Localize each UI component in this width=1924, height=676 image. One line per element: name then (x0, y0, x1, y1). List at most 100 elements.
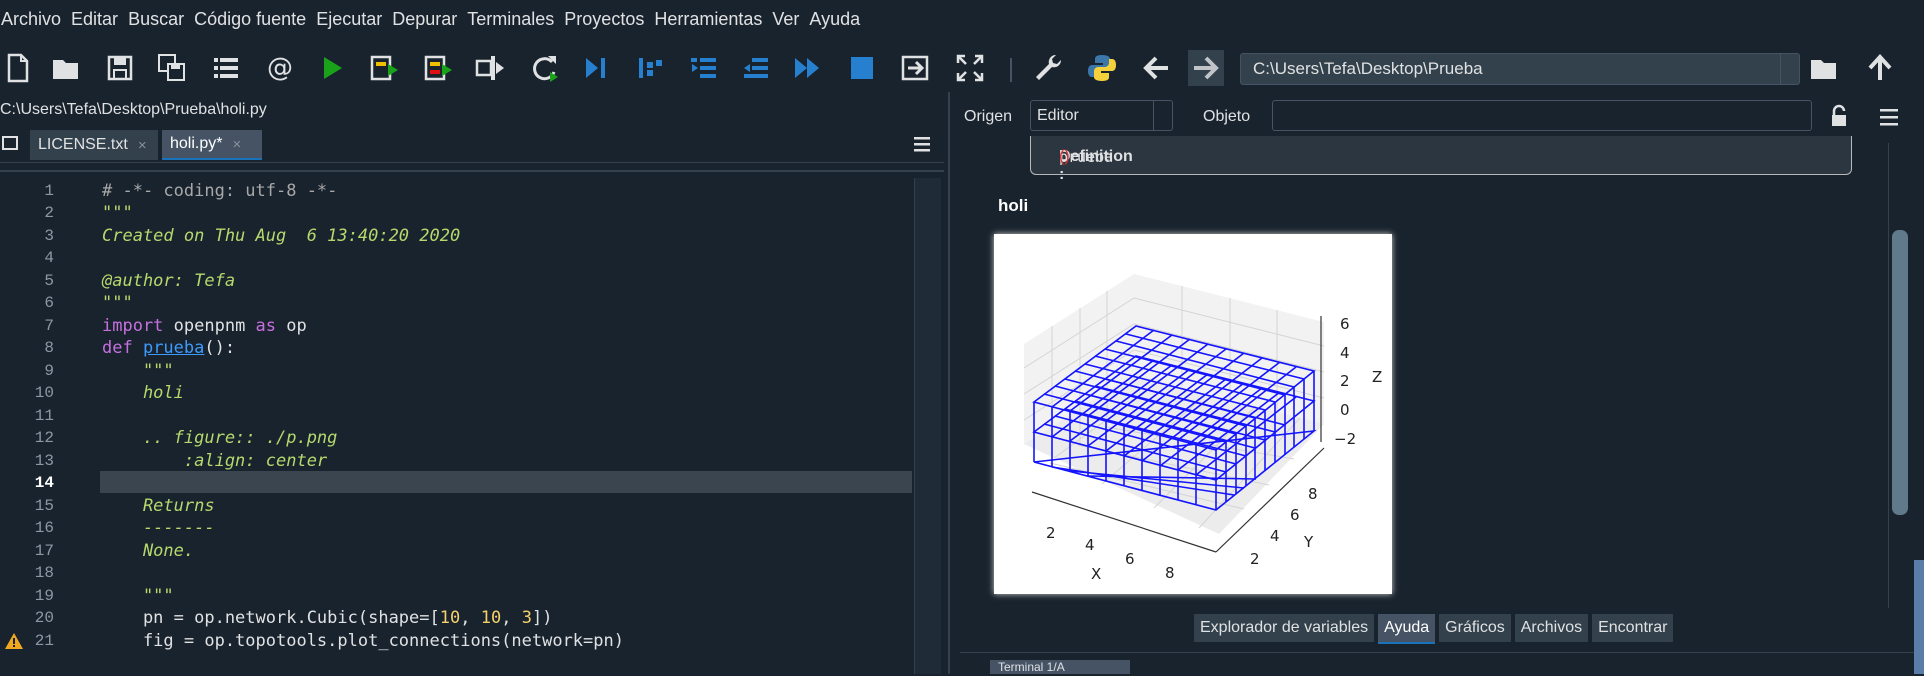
docstring-figure: 6 4 2 0 −2 Z 2 4 6 8 X 2 4 6 8 Y (994, 234, 1392, 594)
line-number: 10 (34, 384, 54, 402)
chevron-down-icon[interactable] (1780, 54, 1799, 84)
z-tick-label: −2 (1334, 430, 1356, 448)
menu-terminales[interactable]: Terminales (466, 9, 560, 30)
help-options-menu-icon[interactable] (1878, 106, 1900, 128)
at-icon[interactable]: @ (262, 50, 298, 86)
tab-files[interactable]: Archivos (1514, 614, 1589, 642)
menu-archivo[interactable]: Archivo (0, 9, 67, 30)
code-line: """ (102, 586, 174, 606)
line-number: 1 (44, 182, 54, 200)
y-tick-label: 6 (1290, 506, 1300, 524)
origin-combo[interactable]: Editor (1030, 100, 1173, 131)
tab-label: holi.py* (170, 135, 223, 152)
keyword: import (102, 316, 164, 336)
x-axis-label: X (1091, 565, 1101, 583)
step-return-icon[interactable] (738, 50, 774, 86)
step-into-icon[interactable] (686, 50, 722, 86)
stop-icon[interactable] (844, 50, 880, 86)
browse-tabs-icon[interactable] (2, 136, 18, 150)
close-icon[interactable]: × (138, 137, 147, 154)
tab-license[interactable]: LICENSE.txt × (30, 130, 158, 160)
z-tick-label: 6 (1340, 315, 1350, 333)
menu-codigo-fuente[interactable]: Código fuente (193, 9, 312, 30)
open-folder-icon[interactable] (48, 50, 84, 86)
run-cell-advance-icon[interactable] (420, 50, 456, 86)
outline-icon[interactable] (208, 50, 244, 86)
editor-scrollbar[interactable] (914, 178, 941, 674)
line-number: 18 (34, 564, 54, 582)
x-tick-label: 4 (1085, 536, 1095, 554)
working-directory-combo[interactable]: C:\Users\Tefa\Desktop\Prueba (1240, 53, 1800, 85)
parent-dir-icon[interactable] (1862, 50, 1898, 86)
menu-editar[interactable]: Editar (70, 9, 124, 30)
menu-herramientas[interactable]: Herramientas (653, 9, 768, 30)
code-text: , (460, 608, 481, 628)
run-cell-icon[interactable] (366, 50, 402, 86)
tab-plots[interactable]: Gráficos (1439, 614, 1511, 642)
line-number: 12 (34, 429, 54, 447)
tab-help[interactable]: Ayuda (1378, 614, 1436, 644)
svg-text:@: @ (267, 53, 293, 83)
code-line: fig = op.topotools.plot_connections(netw… (102, 631, 624, 651)
code-text: , (501, 608, 522, 628)
browse-folder-icon[interactable] (1806, 50, 1842, 86)
pane-splitter[interactable] (948, 92, 960, 674)
code-line: .. figure:: ./p.png (102, 428, 338, 448)
lock-open-icon[interactable] (1828, 104, 1850, 128)
step-icon[interactable] (632, 50, 668, 86)
line-number: 8 (44, 339, 54, 357)
chevron-down-icon[interactable] (1153, 101, 1172, 130)
tab-find[interactable]: Encontrar (1592, 614, 1674, 642)
editor-options-menu-icon[interactable] (912, 134, 932, 154)
menu-ver[interactable]: Ver (771, 9, 805, 30)
origin-label: Origen (964, 108, 1013, 125)
debug-icon[interactable] (578, 50, 614, 86)
function-name[interactable]: prueba (143, 338, 204, 358)
line-number: 16 (34, 519, 54, 537)
code-line: ------- (102, 518, 215, 538)
continue-icon[interactable] (790, 50, 826, 86)
wrench-icon[interactable] (1030, 50, 1066, 86)
fullscreen-icon[interactable] (952, 50, 988, 86)
exit-icon[interactable] (898, 50, 934, 86)
z-tick-label: 2 (1340, 372, 1350, 390)
new-file-icon[interactable] (0, 50, 36, 86)
alias: op (276, 316, 307, 336)
help-scrollbar-thumb[interactable] (1892, 230, 1908, 515)
desktop-edge (1914, 560, 1924, 674)
python-icon[interactable] (1084, 50, 1120, 86)
warning-icon[interactable] (4, 632, 24, 650)
menu-ejecutar[interactable]: Ejecutar (315, 9, 388, 30)
rerun-icon[interactable] (526, 50, 562, 86)
run-selection-icon[interactable] (472, 50, 508, 86)
code-line: """ (102, 203, 133, 223)
save-all-icon[interactable] (154, 50, 190, 86)
z-axis-label: Z (1372, 368, 1382, 386)
z-tick-label: 0 (1340, 401, 1350, 419)
tab-terminal[interactable]: Terminal 1/A (990, 660, 1130, 674)
line-number: 9 (44, 362, 54, 380)
menu-ayuda[interactable]: Ayuda (808, 9, 866, 30)
tab-holi-py[interactable]: holi.py* × (162, 130, 262, 160)
code-line: None. (102, 541, 195, 561)
code-line: """ (102, 293, 133, 313)
code-line: # -*- coding: utf-8 -*- (102, 181, 338, 201)
object-input[interactable] (1272, 100, 1812, 131)
back-arrow-icon[interactable] (1138, 50, 1174, 86)
tab-variable-explorer[interactable]: Explorador de variables (1194, 614, 1375, 642)
menu-buscar[interactable]: Buscar (127, 9, 190, 30)
close-icon[interactable]: × (232, 136, 241, 153)
definition-parens: () (1059, 148, 1070, 165)
line-number: 7 (44, 317, 54, 335)
menu-depurar[interactable]: Depurar (391, 9, 463, 30)
run-icon[interactable] (314, 50, 350, 86)
line-number-current: 14 (34, 474, 54, 492)
x-tick-label: 8 (1165, 564, 1175, 582)
menu-proyectos[interactable]: Proyectos (563, 9, 650, 30)
editor-file-path: C:\Users\Tefa\Desktop\Prueba\holi.py (0, 101, 267, 118)
tab-label: LICENSE.txt (38, 136, 128, 153)
line-number: 11 (34, 407, 54, 425)
save-icon[interactable] (102, 50, 138, 86)
forward-arrow-icon[interactable] (1188, 50, 1224, 86)
z-tick-label: 4 (1340, 344, 1350, 362)
